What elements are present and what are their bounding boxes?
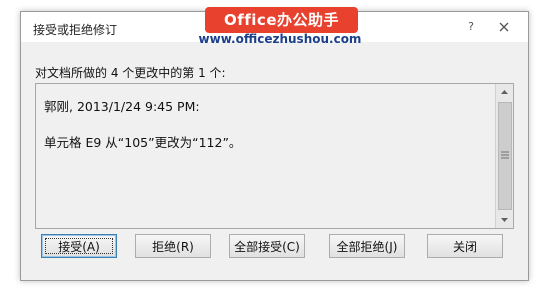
close-window-button[interactable] — [491, 18, 517, 36]
scroll-grip-icon — [501, 151, 509, 159]
accept-all-button[interactable]: 全部接受(C) — [229, 234, 305, 258]
watermark-url: www.officezhushou.com — [198, 32, 362, 46]
reject-button[interactable]: 拒绝(R) — [135, 234, 211, 258]
scroll-up-arrow-icon — [501, 90, 508, 94]
accept-reject-dialog: 接受或拒绝修订 ? 对文档所做的 4 个更改中的第 1 个: 郭刚, 2013/… — [20, 11, 529, 281]
scroll-down-arrow-icon — [501, 218, 508, 222]
change-author-date: 郭刚, 2013/1/24 9:45 PM: — [44, 99, 200, 114]
accept-button[interactable]: 接受(A) — [41, 234, 117, 258]
change-count-prompt: 对文档所做的 4 个更改中的第 1 个: — [35, 66, 226, 80]
dialog-title: 接受或拒绝修订 — [33, 23, 118, 37]
change-detail-box[interactable]: 郭刚, 2013/1/24 9:45 PM: 单元格 E9 从“105”更改为“… — [35, 83, 514, 229]
vertical-scrollbar[interactable] — [495, 84, 513, 228]
change-description: 单元格 E9 从“105”更改为“112”。 — [44, 135, 242, 150]
scroll-thumb[interactable] — [498, 102, 512, 210]
brand-watermark: Office办公助手 — [205, 7, 358, 33]
focus-ring — [45, 238, 113, 254]
close-icon — [499, 22, 509, 32]
close-button[interactable]: 关闭 — [427, 234, 503, 258]
help-button[interactable]: ? — [458, 18, 484, 36]
reject-all-button[interactable]: 全部拒绝(J) — [329, 234, 405, 258]
scroll-up-button[interactable] — [496, 84, 513, 101]
scroll-down-button[interactable] — [496, 211, 513, 228]
